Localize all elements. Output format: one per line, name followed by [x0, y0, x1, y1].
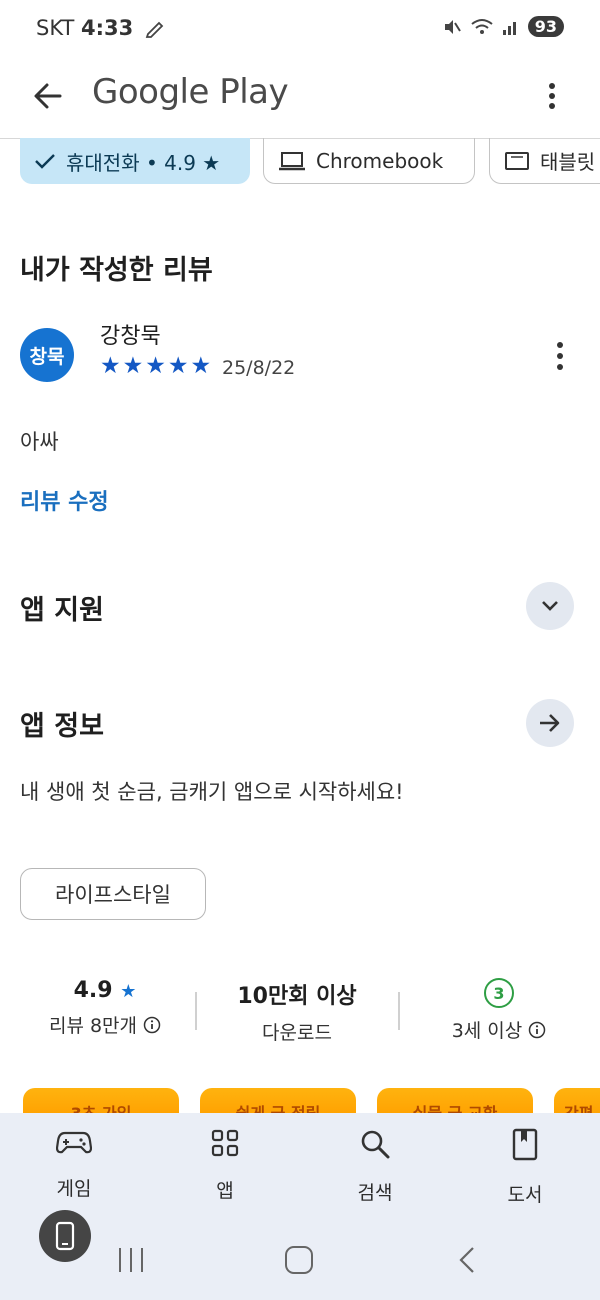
status-bar: SKT 4:33 93: [0, 0, 600, 58]
app-bar: Google Play: [0, 58, 600, 139]
downloads-value: 10만회 이상: [237, 984, 357, 1009]
review-text: 아싸: [20, 430, 59, 454]
nav-label-search: 검색: [357, 1182, 393, 1204]
home-icon[interactable]: [283, 1245, 315, 1275]
status-time: 4:33: [81, 16, 134, 40]
chevron-down-icon: [542, 601, 558, 611]
reviewer-name: 강창묵: [100, 324, 161, 349]
review-more-icon[interactable]: [550, 340, 570, 372]
gamepad-icon: [56, 1131, 92, 1154]
nav-item-games[interactable]: 게임: [24, 1128, 124, 1201]
book-icon: [512, 1128, 538, 1161]
chip-phone-label: 휴대전화 • 4.9 ★: [66, 150, 221, 175]
app-support-heading: 앱 지원: [20, 595, 104, 626]
wifi-icon: [471, 18, 493, 34]
nav-item-books[interactable]: 도서: [475, 1128, 575, 1207]
more-options-icon[interactable]: [540, 76, 564, 116]
review-date: 25/8/22: [222, 357, 296, 379]
nav-label-games: 게임: [56, 1178, 92, 1200]
chip-chromebook-label: Chromebook: [316, 148, 444, 173]
check-icon: [35, 154, 55, 169]
star-icon: ★: [190, 353, 212, 379]
phone-icon: [55, 1221, 75, 1251]
back-arrow-icon[interactable]: [28, 76, 68, 116]
mute-icon: [444, 19, 461, 34]
carrier-label: SKT: [36, 16, 75, 40]
laptop-icon: [279, 151, 305, 170]
rating-value: 4.9: [73, 978, 113, 1003]
battery-level: 93: [527, 16, 564, 37]
star-icon: ★: [145, 353, 166, 379]
star-icon: ★: [100, 353, 121, 379]
stat-age-rating: 3 3세 이상: [414, 978, 584, 1043]
system-back-icon[interactable]: [455, 1245, 479, 1275]
search-icon: [361, 1130, 390, 1159]
divider: [195, 992, 197, 1030]
divider: [398, 992, 400, 1030]
recents-icon[interactable]: [115, 1245, 147, 1275]
my-review-heading: 내가 작성한 리뷰: [20, 255, 213, 286]
age-rating-badge: 3: [484, 978, 514, 1008]
downloads-label: 다운로드: [262, 1022, 332, 1044]
chip-tablet-label: 태블릿: [540, 150, 596, 174]
nav-label-apps: 앱: [216, 1180, 234, 1202]
star-icon: ★: [122, 353, 144, 379]
nav-item-search[interactable]: 검색: [325, 1128, 425, 1205]
signal-icon: [502, 21, 516, 35]
app-description: 내 생애 첫 순금, 금캐기 앱으로 시작하세요!: [20, 780, 404, 804]
star-rating: ★ ★ ★ ★ ★: [100, 354, 211, 378]
chip-phone[interactable]: 휴대전화 • 4.9 ★: [20, 138, 250, 184]
edit-review-link[interactable]: 리뷰 수정: [20, 484, 109, 516]
arrow-right-icon: [540, 714, 560, 732]
device-toggle-button[interactable]: [39, 1210, 91, 1262]
tablet-icon: [505, 151, 529, 170]
nav-label-books: 도서: [507, 1184, 543, 1206]
star-icon: ★: [120, 981, 137, 1002]
stat-rating: 4.9 ★ 리뷰 8만개: [20, 978, 190, 1038]
avatar: 창묵: [20, 328, 74, 382]
edit-pen-icon: [145, 21, 164, 38]
info-icon[interactable]: [528, 1021, 546, 1039]
app-bar-title: Google Play: [92, 72, 289, 112]
app-info-heading: 앱 정보: [20, 711, 104, 742]
review-count: 리뷰 8만개: [48, 1015, 138, 1037]
chip-chromebook[interactable]: Chromebook: [263, 138, 475, 184]
info-icon[interactable]: [143, 1016, 161, 1034]
star-icon: ★: [167, 353, 189, 379]
stat-downloads: 10만회 이상 다운로드: [212, 978, 382, 1045]
nav-item-apps[interactable]: 앱: [175, 1128, 275, 1203]
apps-grid-icon: [211, 1129, 239, 1157]
app-info-button[interactable]: [526, 699, 574, 747]
age-rating-label: 3세 이상: [451, 1020, 523, 1042]
chip-tablet[interactable]: 태블릿: [489, 138, 600, 184]
expand-support-button[interactable]: [526, 582, 574, 630]
category-tag[interactable]: 라이프스타일: [20, 868, 206, 920]
